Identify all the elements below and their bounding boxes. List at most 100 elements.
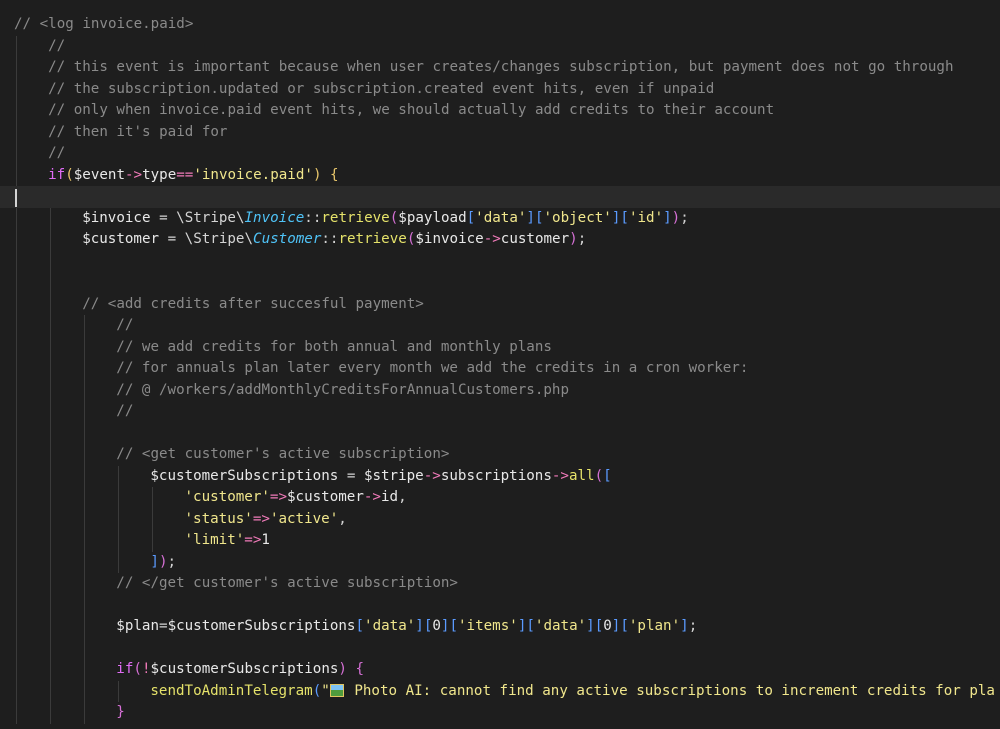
token-operator: -> [363, 489, 381, 505]
token-bracket-pink: ( [594, 467, 604, 484]
token-default: ; [577, 231, 587, 247]
token-variable: customer [500, 231, 570, 247]
token-comment: // [116, 403, 134, 419]
token-comment: // this event is important because when … [48, 59, 954, 75]
token-operator: -> [423, 467, 441, 484]
token-operator: => [269, 489, 288, 505]
token-bracket-blue: [ [355, 618, 365, 634]
code-line[interactable]: $customer = \Stripe\Customer::retrieve($… [14, 229, 1000, 251]
code-line[interactable]: // <get customer's active subscription> [14, 444, 1000, 466]
token-variable: subscriptions [440, 467, 552, 484]
token-bracket-blue: ] [663, 209, 672, 226]
token-default: :: [304, 209, 322, 226]
token-variable: $invoice [415, 231, 484, 247]
code-line[interactable]: // [14, 315, 1000, 337]
token-number: 0 [603, 618, 612, 634]
code-line[interactable]: 'limit'=>1 [14, 530, 1000, 552]
token-function: retrieve [321, 209, 390, 226]
token-string: 'plan' [628, 618, 681, 634]
token-string: 'items' [458, 618, 518, 634]
token-bracket-pink: ) [671, 209, 681, 226]
token-bracket-blue: ( [312, 682, 322, 699]
token-bracket-gold: ( [65, 166, 74, 183]
framed-picture-icon [329, 683, 344, 697]
token-keyword: if [116, 661, 134, 677]
code-line[interactable] [14, 423, 1000, 445]
token-variable: $customerSubscriptions [167, 618, 356, 634]
code-line[interactable]: // </get customer's active subscription> [14, 573, 1000, 595]
token-variable: $event [73, 166, 125, 183]
code-line[interactable]: // [14, 401, 1000, 423]
token-default [347, 661, 356, 677]
token-number: 1 [261, 532, 270, 548]
code-line[interactable]: // this event is important because when … [14, 57, 1000, 79]
token-bracket-pink: ( [133, 661, 142, 677]
token-default: = \Stripe\ [150, 209, 245, 226]
token-string: " [321, 682, 330, 699]
code-line[interactable]: // [14, 36, 1000, 58]
token-default [321, 167, 330, 183]
token-function: all [568, 467, 595, 484]
token-comment: // <add credits after succesful payment> [82, 295, 424, 312]
token-string: 'limit' [184, 532, 245, 548]
code-line[interactable]: if($event->type=='invoice.paid') { [14, 165, 1000, 187]
code-line[interactable]: 'status'=>'active', [14, 509, 1000, 531]
token-comment: // </get customer's active subscription> [116, 575, 458, 591]
code-line[interactable]: $invoice = \Stripe\Invoice::retrieve($pa… [14, 208, 1000, 230]
code-line[interactable]: } [14, 702, 1000, 724]
token-bracket-blue: ] [680, 618, 689, 634]
token-bracket-blue: ][ [611, 618, 629, 634]
code-line[interactable]: // [14, 143, 1000, 165]
code-line[interactable]: // we add credits for both annual and mo… [14, 337, 1000, 359]
code-line[interactable]: $customerSubscriptions = $stripe->subscr… [14, 466, 1000, 488]
code-line[interactable]: // <add credits after succesful payment> [14, 294, 1000, 316]
token-string: 'data' [475, 209, 527, 226]
code-line[interactable]: $plan=$customerSubscriptions['data'][0][… [14, 616, 1000, 638]
token-default: ; [680, 209, 689, 226]
token-default: = [338, 467, 364, 484]
token-bracket-blue: [ [603, 467, 612, 484]
token-string: 'data' [364, 618, 416, 634]
token-comment: // [48, 37, 66, 54]
token-operator: -> [551, 467, 569, 484]
token-variable: $customer [287, 489, 364, 505]
code-line[interactable]: 'customer'=>$customer->id, [14, 487, 1000, 509]
token-bracket-gold: { [330, 166, 339, 183]
code-line[interactable] [14, 638, 1000, 660]
code-line[interactable]: // @ /workers/addMonthlyCreditsForAnnual… [14, 380, 1000, 402]
token-variable: id [380, 489, 399, 505]
code-line[interactable]: sendToAdminTelegram(" Photo AI: cannot f… [14, 681, 1000, 703]
token-bracket-pink: ( [389, 209, 399, 226]
code-line[interactable]: // then it's paid for [14, 122, 1000, 144]
token-variable: $customer [82, 231, 160, 247]
token-string: 'data' [534, 618, 587, 634]
code-line[interactable]: // <log invoice.paid> [14, 14, 1000, 36]
token-number: 0 [432, 618, 441, 634]
current-line[interactable] [0, 186, 1000, 208]
token-comment: // we add credits for both annual and mo… [116, 338, 552, 355]
token-bracket-blue: [ [466, 209, 476, 226]
token-bracket-pink: } [116, 704, 125, 720]
token-variable: type [142, 166, 177, 183]
token-string: Photo AI: cannot find any active subscri… [345, 682, 995, 699]
code-line[interactable] [14, 251, 1000, 273]
token-bracket-pink: { [355, 661, 365, 677]
code-line[interactable]: ]); [14, 552, 1000, 574]
code-editor[interactable]: // <log invoice.paid> // // this event is … [0, 0, 1000, 729]
code-line[interactable]: // only when invoice.paid event hits, we… [14, 100, 1000, 122]
token-bracket-blue: ] [150, 553, 159, 570]
code-line[interactable]: // for annuals plan later every month we… [14, 358, 1000, 380]
code-line[interactable] [14, 595, 1000, 617]
token-class-italic: Customer [253, 231, 322, 247]
token-string: 'active' [269, 510, 339, 527]
token-default: :: [321, 231, 339, 247]
token-bracket-blue: ][ [517, 618, 535, 634]
token-variable: $customerSubscriptions [150, 661, 339, 677]
code-line[interactable] [14, 272, 1000, 294]
token-operator: => [244, 532, 262, 548]
token-comment: // [116, 317, 134, 333]
code-line[interactable]: if(!$customerSubscriptions) { [14, 659, 1000, 681]
token-bracket-blue: ][ [440, 618, 459, 634]
token-comment: // [48, 145, 66, 161]
code-line[interactable]: // the subscription.updated or subscript… [14, 79, 1000, 101]
